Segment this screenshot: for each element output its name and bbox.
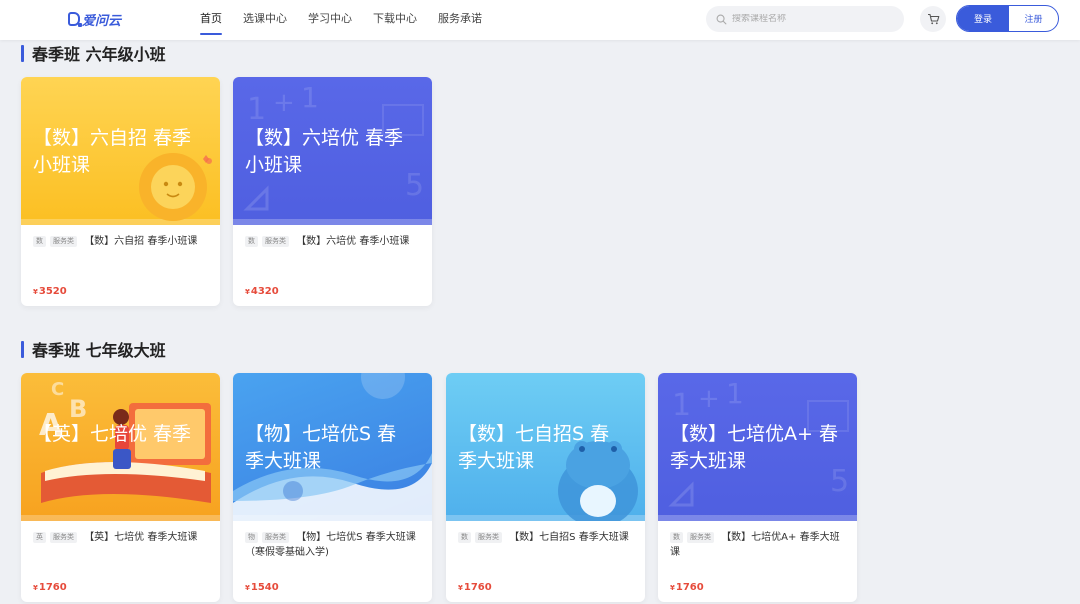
currency-symbol: ¥: [458, 584, 463, 592]
main-nav: 首页 选课中心 学习中心 下载中心 服务承诺: [200, 0, 503, 40]
cover-title: 【数】七自招S 春季大班课: [458, 423, 610, 472]
cart-button[interactable]: [920, 6, 946, 32]
nav-home[interactable]: 首页: [200, 0, 222, 40]
auth-buttons: 登录 注册: [956, 5, 1059, 32]
subject-tag: 数: [458, 532, 471, 543]
svg-text:1: 1: [301, 81, 319, 114]
course-card[interactable]: A B C 【英】七培优 春季 英服务类 【英】七培优 春季大班课 ¥1760: [21, 373, 220, 602]
login-button[interactable]: 登录: [957, 6, 1009, 31]
course-info: 英服务类 【英】七培优 春季大班课 ¥1760: [21, 521, 220, 602]
svg-text:1: 1: [247, 92, 266, 127]
price-value: 1760: [38, 582, 67, 593]
currency-symbol: ¥: [33, 288, 38, 296]
course-card[interactable]: 【物】七培优S 春季大班课 物服务类 【物】七培优S 春季大班课（寒假零基础入学…: [233, 373, 432, 602]
search-box[interactable]: [706, 6, 904, 32]
logo-text: 爱问云: [82, 13, 122, 29]
course-name: 【数】六自招 春季小班课: [84, 236, 198, 247]
search-icon: [716, 14, 727, 24]
course-info: 数服务类 【数】六自招 春季小班课 ¥3520: [21, 225, 220, 306]
logo-icon: [68, 12, 82, 27]
course-info: 数服务类 【数】七自招S 春季大班课 ¥1760: [446, 521, 645, 602]
section-title: 春季班 六年级小班: [21, 41, 166, 65]
cover-title: 【数】七培优A+ 春季大班课: [670, 423, 838, 472]
course-name: 【数】六培优 春季小班课: [296, 236, 410, 247]
price-value: 1760: [463, 582, 492, 593]
currency-symbol: ¥: [245, 288, 250, 296]
course-price: ¥3520: [33, 286, 67, 297]
service-tag: 服务类: [262, 532, 289, 543]
course-name-line: 物服务类 【物】七培优S 春季大班课（寒假零基础入学): [245, 530, 420, 560]
register-button[interactable]: 注册: [1009, 6, 1058, 31]
course-price: ¥1760: [33, 582, 67, 593]
subject-tag: 数: [33, 236, 46, 247]
price-value: 1760: [675, 582, 704, 593]
course-info: 数服务类 【数】六培优 春季小班课 ¥4320: [233, 225, 432, 306]
svg-text:C: C: [51, 379, 64, 400]
course-cover: 【数】七自招S 春季大班课: [446, 373, 645, 521]
course-price: ¥1760: [670, 582, 704, 593]
price-value: 3520: [38, 286, 67, 297]
svg-text:+: +: [698, 384, 720, 414]
currency-symbol: ¥: [670, 584, 675, 592]
course-price: ¥4320: [245, 286, 279, 297]
svg-text:1: 1: [672, 388, 691, 423]
nav-course-center[interactable]: 选课中心: [243, 0, 287, 40]
course-name-line: 数服务类 【数】七培优A+ 春季大班课: [670, 530, 845, 560]
svg-text:1: 1: [726, 377, 744, 410]
subject-tag: 物: [245, 532, 258, 543]
course-card[interactable]: 【数】六自招 春季小班课 数服务类 【数】六自招 春季小班课 ¥3520: [21, 77, 220, 306]
course-cover: 1 + 1 5 【数】七培优A+ 春季大班课: [658, 373, 857, 521]
course-name-line: 英服务类 【英】七培优 春季大班课: [33, 530, 208, 545]
nav-download-center[interactable]: 下载中心: [373, 0, 417, 40]
subject-tag: 数: [245, 236, 258, 247]
course-card[interactable]: 【数】七自招S 春季大班课 数服务类 【数】七自招S 春季大班课 ¥1760: [446, 373, 645, 602]
course-card[interactable]: 1 + 1 5 【数】七培优A+ 春季大班课 数服务类 【数】七培优A+ 春季大…: [658, 373, 857, 602]
nav-study-center[interactable]: 学习中心: [308, 0, 352, 40]
subject-tag: 英: [33, 532, 46, 543]
price-value: 4320: [250, 286, 279, 297]
svg-text:+: +: [273, 88, 295, 118]
service-tag: 服务类: [50, 236, 77, 247]
service-tag: 服务类: [262, 236, 289, 247]
cover-title: 【英】七培优 春季: [33, 423, 192, 445]
currency-symbol: ¥: [33, 584, 38, 592]
course-name: 【英】七培优 春季大班课: [84, 532, 198, 543]
section-title: 春季班 七年级大班: [21, 337, 166, 361]
course-name-line: 数服务类 【数】六自招 春季小班课: [33, 234, 208, 249]
currency-symbol: ¥: [245, 584, 250, 592]
course-price: ¥1540: [245, 582, 279, 593]
course-info: 数服务类 【数】七培优A+ 春季大班课 ¥1760: [658, 521, 857, 602]
service-tag: 服务类: [475, 532, 502, 543]
cover-title: 【数】六培优 春季小班课: [245, 127, 404, 176]
svg-text:B: B: [69, 395, 87, 423]
price-value: 1540: [250, 582, 279, 593]
course-cover: 【数】六自招 春季小班课: [21, 77, 220, 225]
service-tag: 服务类: [687, 532, 714, 543]
course-name-line: 数服务类 【数】六培优 春季小班课: [245, 234, 420, 249]
search-input[interactable]: [732, 14, 892, 24]
course-cover: A B C 【英】七培优 春季: [21, 373, 220, 521]
cart-icon: [927, 13, 939, 25]
course-cover: 1 + 1 5 【数】六培优 春季小班课: [233, 77, 432, 225]
service-tag: 服务类: [50, 532, 77, 543]
site-logo[interactable]: 爱问云: [68, 10, 122, 29]
course-price: ¥1760: [458, 582, 492, 593]
course-name-line: 数服务类 【数】七自招S 春季大班课: [458, 530, 633, 545]
cover-title: 【数】六自招 春季小班课: [33, 127, 192, 176]
nav-service-promise[interactable]: 服务承诺: [438, 0, 482, 40]
subject-tag: 数: [670, 532, 683, 543]
course-card[interactable]: 1 + 1 5 【数】六培优 春季小班课 数服务类 【数】六培优 春季小班课 ¥…: [233, 77, 432, 306]
cover-title: 【物】七培优S 春季大班课: [245, 423, 397, 472]
course-info: 物服务类 【物】七培优S 春季大班课（寒假零基础入学) ¥1540: [233, 521, 432, 602]
course-name: 【数】七自招S 春季大班课: [509, 532, 629, 543]
top-nav-bar: 爱问云 首页 选课中心 学习中心 下载中心 服务承诺 登录 注册: [0, 0, 1080, 40]
course-cover: 【物】七培优S 春季大班课: [233, 373, 432, 521]
